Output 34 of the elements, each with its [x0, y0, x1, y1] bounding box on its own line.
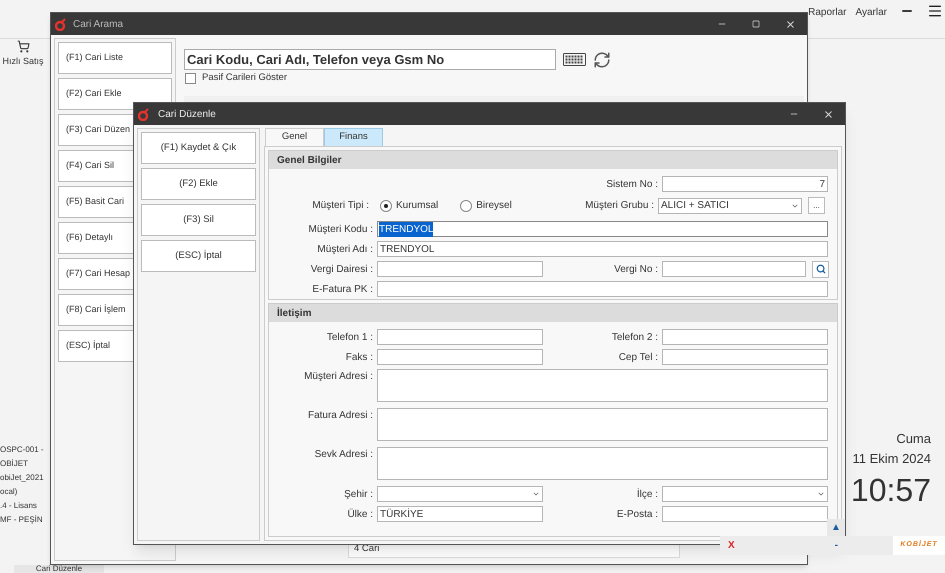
window-title: Cari Arama: [73, 18, 124, 32]
session-info-text: ocal): [0, 486, 18, 498]
field-label: Faks :: [346, 350, 374, 364]
section-header: Genel Bilgiler: [269, 151, 837, 169]
field-label: Müşteri Grubu :: [585, 199, 655, 213]
session-info-text: OBİJET: [0, 458, 28, 470]
field-label: Sevk Adresi :: [314, 448, 374, 462]
field-label: Şehir :: [344, 488, 374, 502]
field-label: Telefon 2 :: [612, 330, 659, 344]
field-label: Telefon 1 :: [326, 330, 374, 344]
field-label: E-Fatura PK :: [312, 282, 374, 296]
clock-day: Cuma: [896, 429, 931, 448]
field-label: Müşteri Tipi :: [312, 199, 370, 213]
session-info-text: OSPC-001 -: [0, 444, 44, 456]
clock-date: 11 Ekim 2024: [852, 450, 931, 468]
field-label: Müşteri Kodu :: [308, 222, 374, 236]
field-label: Müşteri Adresi :: [304, 370, 374, 384]
session-info-text: obiJet_2021: [0, 472, 44, 484]
field-label: İlçe :: [636, 487, 659, 502]
section-header: İletişim: [269, 304, 837, 322]
session-info-text: .4 - Lisans: [0, 500, 37, 512]
field-label: Cep Tel :: [618, 350, 659, 364]
field-label: Vergi Dairesi :: [310, 262, 374, 276]
clock-time: 10:57: [850, 471, 931, 510]
field-label: Fatura Adresi :: [308, 409, 374, 423]
field-label: Müşteri Adı :: [317, 242, 374, 256]
field-label: Sistem No :: [606, 178, 659, 192]
radio-label: Kurumsal: [396, 199, 438, 213]
session-info-text: MF - PEŞİN: [0, 514, 43, 526]
field-label: Vergi No :: [614, 262, 659, 276]
field-label: Ülke :: [347, 508, 374, 522]
radio-label: Bireysel: [476, 199, 512, 213]
checkbox-label: Pasif Carileri Göster: [202, 71, 287, 85]
field-label: E-Posta :: [616, 508, 659, 522]
